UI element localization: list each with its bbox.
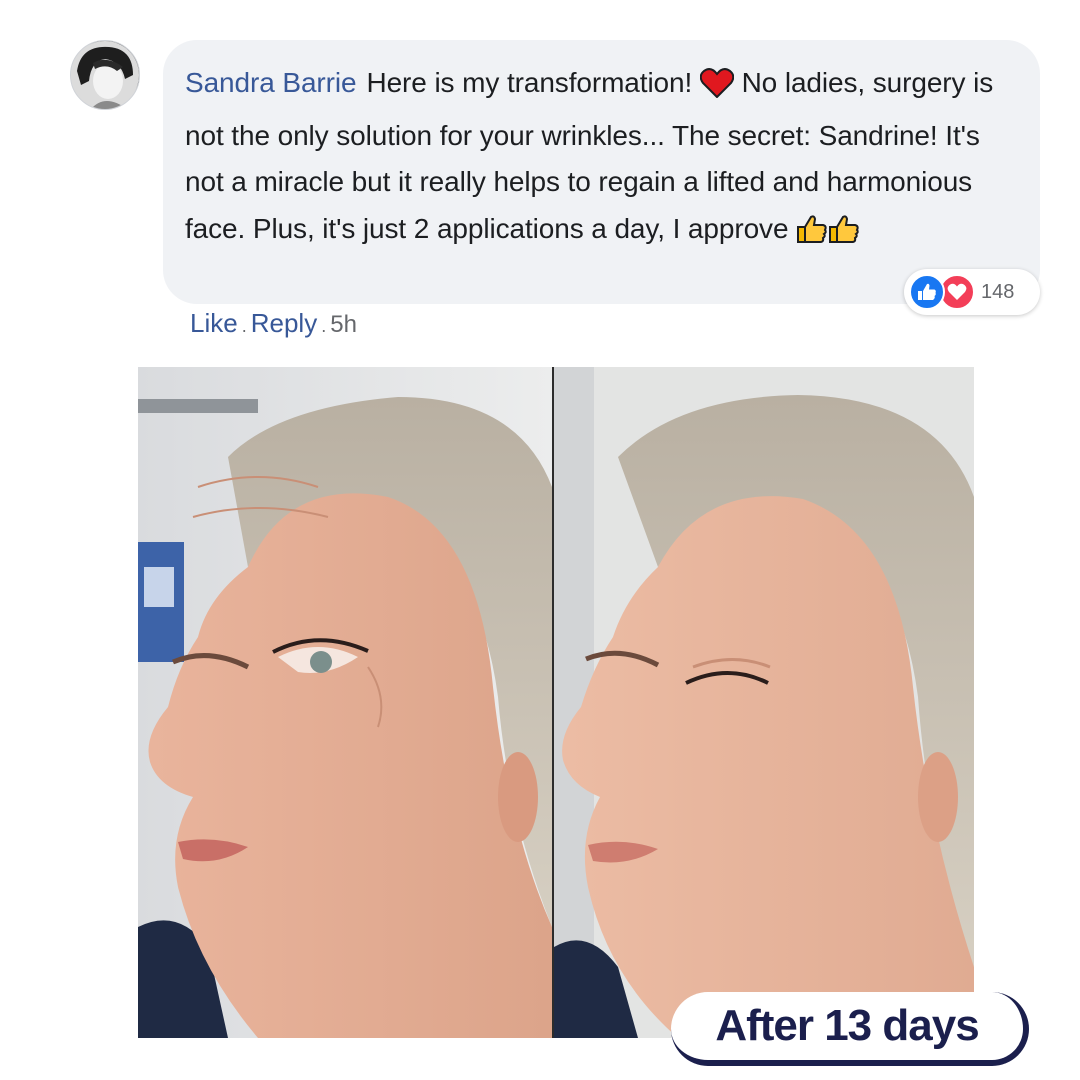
comment-bubble: Sandra Barrie Here is my transformation! … — [163, 40, 1040, 304]
reply-link[interactable]: Reply — [251, 308, 317, 339]
like-reaction-icon — [909, 274, 945, 310]
comment-body-start: Here is my transformation! — [366, 67, 693, 98]
action-separator: . — [321, 316, 327, 336]
like-link[interactable]: Like — [190, 308, 238, 339]
before-after-photo[interactable] — [138, 367, 974, 1038]
reaction-count: 148 — [981, 280, 1015, 303]
duration-badge: After 13 days — [671, 992, 1029, 1066]
avatar-portrait — [71, 41, 139, 109]
before-after-illustration — [138, 367, 974, 1038]
commenter-avatar[interactable] — [70, 40, 140, 110]
comment-text: Sandra Barrie Here is my transformation! … — [185, 60, 1016, 258]
thumbs-up-icon — [828, 212, 860, 259]
reaction-summary[interactable]: 148 — [904, 269, 1040, 315]
comment-timestamp[interactable]: 5h — [330, 311, 357, 339]
comment-actions: Like . Reply . 5h — [190, 308, 357, 339]
action-separator: . — [241, 316, 247, 336]
before-panel — [138, 367, 552, 1038]
red-heart-icon — [699, 66, 735, 113]
thumbs-up-icon — [796, 212, 828, 259]
comment-author[interactable]: Sandra Barrie — [185, 67, 357, 98]
after-panel — [554, 367, 974, 1038]
